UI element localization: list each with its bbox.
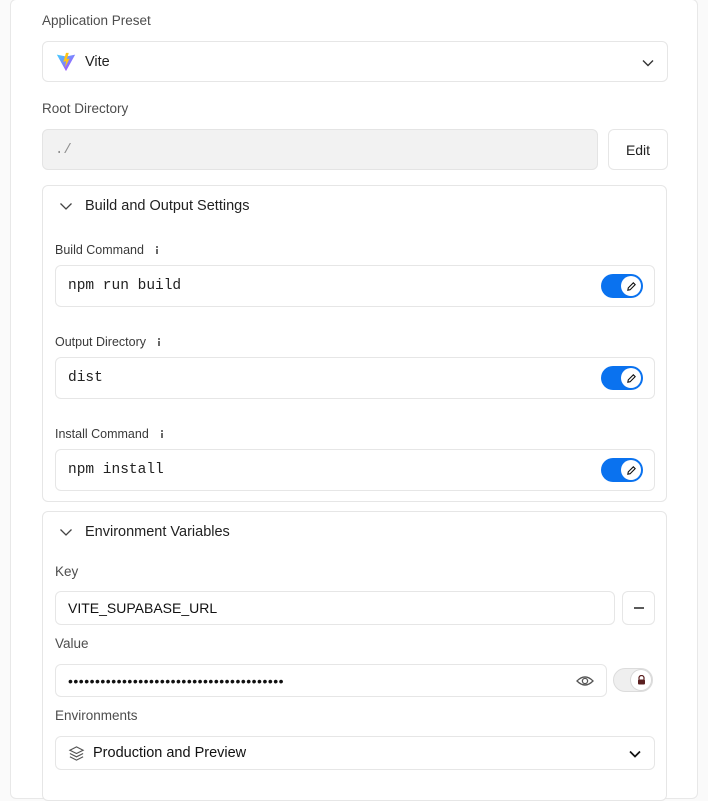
edit-button[interactable]: Edit — [608, 129, 668, 170]
environment-variables-header[interactable]: Environment Variables — [59, 524, 230, 540]
chevron-down-icon — [60, 203, 72, 210]
pencil-icon — [626, 465, 636, 475]
chevron-down-icon — [629, 750, 641, 758]
environments-label: Environments — [55, 708, 138, 723]
remove-variable-button[interactable] — [622, 591, 655, 625]
environments-value: Production and Preview — [93, 745, 247, 761]
key-input[interactable]: VITE_SUPABASE_URL — [55, 591, 615, 625]
root-directory-label: Root Directory — [42, 101, 129, 116]
install-command-label: Install Command — [55, 427, 167, 441]
sensitive-toggle[interactable] — [613, 668, 653, 692]
pencil-icon — [626, 281, 636, 291]
info-icon[interactable] — [157, 429, 167, 439]
key-label: Key — [55, 564, 79, 579]
build-output-section: Build and Output Settings Build Command … — [42, 185, 667, 502]
build-command-value: npm run build — [68, 278, 182, 294]
preset-value: Vite — [85, 53, 110, 70]
build-command-label: Build Command — [55, 243, 162, 257]
build-output-header[interactable]: Build and Output Settings — [59, 198, 249, 214]
chevron-down-icon — [60, 529, 72, 536]
preset-label: Application Preset — [42, 13, 151, 28]
root-directory-value: ./ — [55, 141, 72, 158]
environments-select[interactable]: Production and Preview — [55, 736, 655, 770]
project-settings-card: Application Preset Vite Root Directory .… — [10, 0, 698, 801]
install-command-value: npm install — [68, 462, 164, 478]
info-icon[interactable] — [152, 245, 162, 255]
output-directory-override-toggle[interactable] — [601, 366, 643, 390]
eye-icon[interactable] — [576, 674, 594, 688]
install-command-field[interactable]: npm install — [55, 449, 655, 491]
info-icon[interactable] — [154, 337, 164, 347]
value-label: Value — [55, 636, 89, 651]
pencil-icon — [626, 373, 636, 383]
output-directory-label: Output Directory — [55, 335, 164, 349]
output-directory-value: dist — [68, 370, 103, 386]
lock-icon — [637, 675, 645, 685]
value-input[interactable]: •••••••••••••••••••••••••••••••••••••••• — [55, 664, 607, 697]
value-input-masked: •••••••••••••••••••••••••••••••••••••••• — [68, 672, 285, 689]
chevron-down-icon — [642, 60, 654, 67]
minus-icon — [633, 607, 644, 609]
root-directory-field: ./ — [42, 129, 598, 170]
preset-select[interactable]: Vite — [42, 41, 668, 82]
install-command-override-toggle[interactable] — [601, 458, 643, 482]
build-command-override-toggle[interactable] — [601, 274, 643, 298]
build-output-title: Build and Output Settings — [85, 198, 250, 214]
layers-icon — [68, 745, 85, 761]
vite-logo — [56, 52, 76, 71]
key-input-value: VITE_SUPABASE_URL — [68, 600, 218, 616]
build-command-field[interactable]: npm run build — [55, 265, 655, 307]
output-directory-field[interactable]: dist — [55, 357, 655, 399]
environment-variables-section: Environment Variables Key VITE_SUPABASE_… — [42, 511, 667, 801]
environment-variables-title: Environment Variables — [85, 524, 230, 540]
